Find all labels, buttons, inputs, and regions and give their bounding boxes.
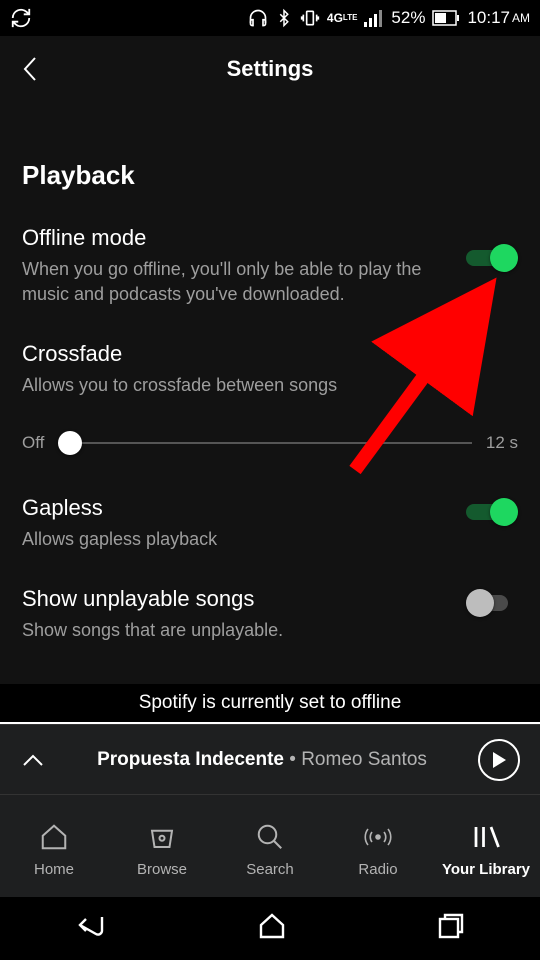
- slider-left-label: Off: [22, 433, 44, 453]
- setting-desc: When you go offline, you'll only be able…: [22, 257, 452, 307]
- android-back-button[interactable]: [74, 911, 108, 946]
- now-playing-text: Propuesta Indecente • Romeo Santos: [46, 749, 478, 771]
- bluetooth-icon: [275, 8, 293, 28]
- tab-bar: Home Browse Search Radio Your Library: [0, 794, 540, 897]
- setting-desc: Allows you to crossfade between songs: [22, 373, 504, 398]
- radio-icon: [362, 821, 394, 853]
- tab-home[interactable]: Home: [0, 821, 108, 878]
- tab-radio[interactable]: Radio: [324, 821, 432, 878]
- search-icon: [255, 821, 285, 853]
- vibrate-icon: [300, 8, 320, 28]
- tab-browse[interactable]: Browse: [108, 821, 216, 878]
- android-recents-button[interactable]: [436, 911, 466, 946]
- browse-icon: [147, 821, 177, 853]
- tab-search[interactable]: Search: [216, 821, 324, 878]
- network-4g-icon: 4GLTE: [327, 12, 358, 24]
- offline-banner: Spotify is currently set to offline: [0, 684, 540, 724]
- setting-gapless: Gapless Allows gapless playback: [22, 495, 518, 552]
- tab-label: Browse: [137, 861, 187, 878]
- setting-title: Show unplayable songs: [22, 586, 452, 612]
- tab-label: Search: [246, 861, 294, 878]
- tab-label: Your Library: [442, 861, 530, 878]
- settings-header: Settings: [0, 36, 540, 102]
- expand-player-button[interactable]: [20, 753, 46, 767]
- gapless-toggle[interactable]: [466, 497, 518, 527]
- sync-icon: [10, 7, 32, 29]
- section-heading-playback: Playback: [22, 160, 518, 191]
- crossfade-slider[interactable]: [58, 431, 471, 455]
- setting-desc: Allows gapless playback: [22, 527, 452, 552]
- play-button[interactable]: [478, 739, 520, 781]
- battery-icon: [432, 10, 460, 26]
- back-button[interactable]: [18, 57, 42, 81]
- now-playing-artist: Romeo Santos: [301, 749, 427, 770]
- page-title: Settings: [227, 56, 314, 82]
- setting-crossfade: Crossfade Allows you to crossfade betwee…: [22, 341, 518, 398]
- home-icon: [39, 821, 69, 853]
- offline-mode-toggle[interactable]: [466, 243, 518, 273]
- slider-right-label: 12 s: [486, 433, 518, 453]
- clock-time: 10:17AM: [467, 8, 530, 28]
- setting-offline-mode: Offline mode When you go offline, you'll…: [22, 225, 518, 307]
- android-home-button[interactable]: [257, 911, 287, 946]
- now-playing-track: Propuesta Indecente: [97, 749, 284, 770]
- settings-content: Playback Offline mode When you go offlin…: [0, 102, 540, 643]
- show-unplayable-toggle[interactable]: [466, 588, 518, 618]
- setting-title: Offline mode: [22, 225, 452, 251]
- battery-pct: 52%: [391, 8, 425, 28]
- status-bar: 4GLTE 52% 10:17AM: [0, 0, 540, 36]
- android-nav-bar: [0, 897, 540, 960]
- tab-your-library[interactable]: Your Library: [432, 821, 540, 878]
- setting-title: Gapless: [22, 495, 452, 521]
- headphones-icon: [248, 8, 268, 28]
- signal-icon: [364, 9, 384, 27]
- tab-label: Radio: [358, 861, 397, 878]
- setting-desc: Show songs that are unplayable.: [22, 618, 452, 643]
- library-icon: [471, 821, 501, 853]
- now-playing-bar[interactable]: Propuesta Indecente • Romeo Santos: [0, 724, 540, 794]
- setting-show-unplayable: Show unplayable songs Show songs that ar…: [22, 586, 518, 643]
- setting-title: Crossfade: [22, 341, 504, 367]
- crossfade-slider-row: Off 12 s: [22, 431, 518, 455]
- tab-label: Home: [34, 861, 74, 878]
